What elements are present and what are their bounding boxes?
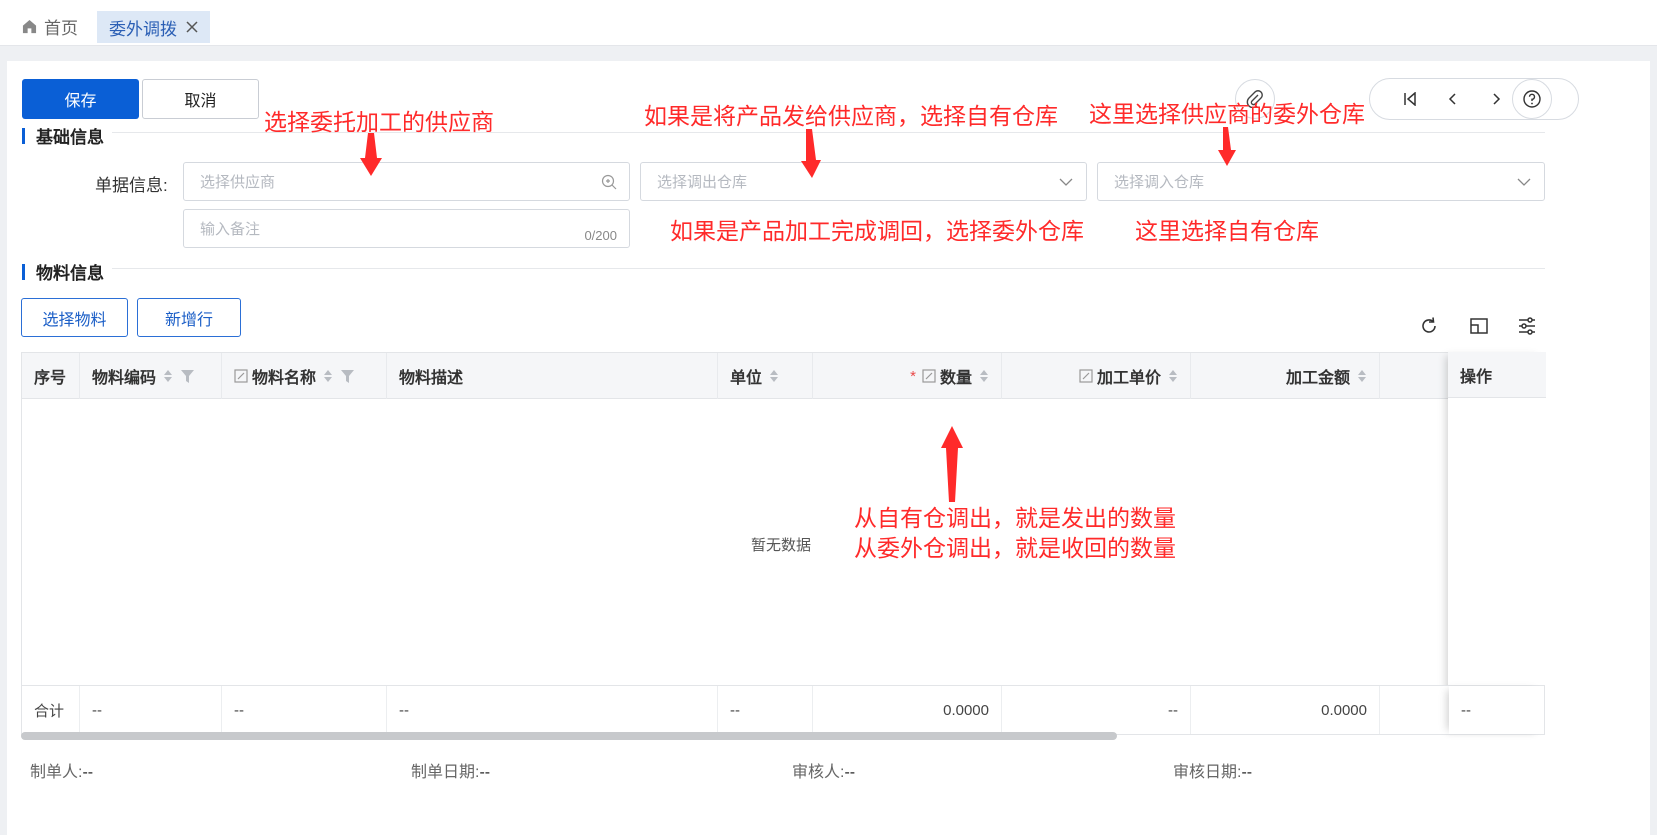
total-name: -- [222, 686, 387, 734]
col-code-label: 物料编码 [92, 370, 157, 387]
next-icon[interactable] [1487, 90, 1505, 108]
review-date-label: 审核日期: [1173, 764, 1242, 781]
save-button[interactable]: 保存 [22, 79, 139, 119]
table-header: 序号 物料编码 物料名称 物料描述 单位 * 数量 加工单价 加工金额 [22, 353, 1544, 399]
sort-icon[interactable] [979, 369, 989, 383]
required-mark: * [910, 367, 916, 385]
sort-icon[interactable] [769, 369, 779, 383]
col-seq: 序号 [22, 353, 80, 399]
create-date-value: -- [479, 764, 491, 781]
remark-counter: 0/200 [584, 228, 617, 243]
edit-icon [922, 369, 936, 383]
help-button[interactable] [1512, 79, 1552, 119]
annotation-out-warehouse-2: 如果是产品加工完成调回，选择委外仓库 [670, 218, 1084, 244]
filter-icon[interactable] [341, 369, 355, 383]
annotation-supplier: 选择委托加工的供应商 [264, 109, 494, 135]
chevron-down-icon [1059, 178, 1073, 186]
creator-label: 制单人: [30, 764, 83, 781]
tab-outsource-transfer[interactable]: 委外调拨 [97, 11, 210, 43]
col-price: 加工单价 [1002, 353, 1191, 399]
select-material-button[interactable]: 选择物料 [21, 298, 128, 337]
total-op: -- [1449, 686, 1544, 734]
tab-bar: 首页 委外调拨 [0, 0, 1657, 46]
annotation-qty-1: 从自有仓调出，就是发出的数量 [854, 505, 1176, 531]
total-amount: 0.0000 [1191, 686, 1380, 734]
material-info-title: 物料信息 [22, 259, 104, 284]
help-icon [1523, 90, 1541, 108]
in-warehouse-select[interactable]: 选择调入仓库 [1097, 162, 1545, 201]
col-unit-label: 单位 [730, 370, 763, 387]
total-label: 合计 [22, 686, 80, 734]
tab-home[interactable]: 首页 [22, 14, 78, 39]
col-op: 操作 [1448, 352, 1546, 398]
doc-info-label: 单据信息: [95, 176, 168, 195]
review-date-info: 审核日期:-- [1173, 758, 1252, 782]
col-name: 物料名称 [222, 353, 387, 399]
sort-icon[interactable] [1357, 369, 1367, 383]
creator-value: -- [82, 764, 94, 781]
edit-icon [234, 369, 248, 383]
home-icon [22, 19, 37, 34]
cancel-button[interactable]: 取消 [142, 79, 259, 119]
add-row-button[interactable]: 新增行 [137, 298, 241, 337]
op-column: 操作 [1448, 352, 1546, 735]
divider [112, 268, 1545, 269]
out-warehouse-select[interactable]: 选择调出仓库 [640, 162, 1087, 201]
create-date-info: 制单日期:-- [411, 758, 490, 782]
total-code: -- [80, 686, 222, 734]
remark-placeholder: 输入备注 [200, 221, 261, 238]
reviewer-value: -- [844, 764, 856, 781]
col-seq-label: 序号 [34, 370, 67, 387]
total-qty: 0.0000 [813, 686, 1002, 734]
col-qty: * 数量 [813, 353, 1002, 399]
chevron-down-icon [1517, 178, 1531, 186]
sort-icon[interactable] [323, 369, 333, 383]
col-price-label: 加工单价 [1096, 370, 1161, 387]
annotation-in-warehouse-1: 这里选择供应商的委外仓库 [1089, 101, 1365, 127]
col-desc: 物料描述 [387, 353, 718, 399]
out-warehouse-placeholder: 选择调出仓库 [657, 174, 748, 191]
search-plus-icon[interactable] [601, 174, 617, 190]
close-icon[interactable] [186, 21, 198, 33]
settings-sliders-icon[interactable] [1516, 315, 1538, 337]
review-date-value: -- [1241, 764, 1253, 781]
creator-info: 制单人:-- [30, 758, 93, 782]
col-name-label: 物料名称 [252, 370, 317, 387]
total-desc: -- [387, 686, 718, 734]
in-warehouse-placeholder: 选择调入仓库 [1114, 174, 1205, 191]
reviewer-info: 审核人:-- [792, 758, 855, 782]
empty-text: 暂无数据 [751, 537, 812, 554]
horizontal-scrollbar[interactable] [21, 732, 1117, 740]
prev-icon[interactable] [1444, 90, 1462, 108]
reviewer-label: 审核人: [792, 764, 845, 781]
annotation-in-warehouse-2: 这里选择自有仓库 [1135, 218, 1319, 244]
col-amount-label: 加工金额 [1285, 370, 1350, 387]
col-desc-label: 物料描述 [399, 370, 464, 387]
tab-active-label: 委外调拨 [109, 19, 177, 39]
col-amount: 加工金额 [1191, 353, 1380, 399]
refresh-icon[interactable] [1418, 315, 1440, 337]
sort-icon[interactable] [1168, 369, 1178, 383]
create-date-label: 制单日期: [411, 764, 480, 781]
col-unit: 单位 [718, 353, 813, 399]
basic-info-title: 基础信息 [22, 123, 104, 148]
total-row: 合计 -- -- -- -- 0.0000 -- 0.0000 -- [21, 685, 1545, 735]
sort-icon[interactable] [163, 369, 173, 383]
edit-icon [1079, 369, 1093, 383]
remark-textarea[interactable]: 输入备注 0/200 [183, 209, 630, 248]
col-op-label: 操作 [1460, 368, 1493, 386]
annotation-out-warehouse-1: 如果是将产品发给供应商，选择自有仓库 [644, 103, 1058, 129]
supplier-select[interactable]: 选择供应商 [183, 162, 630, 201]
column-resize-icon[interactable] [1468, 315, 1490, 337]
first-page-icon[interactable] [1401, 90, 1419, 108]
supplier-placeholder: 选择供应商 [200, 174, 276, 191]
col-qty-label: 数量 [939, 370, 972, 387]
filter-icon[interactable] [181, 369, 195, 383]
tab-home-label: 首页 [44, 19, 78, 38]
total-price: -- [1002, 686, 1191, 734]
annotation-qty-2: 从委外仓调出，就是收回的数量 [854, 535, 1176, 561]
col-code: 物料编码 [80, 353, 222, 399]
total-unit: -- [718, 686, 813, 734]
main-card: 保存 取消 基础信息 单据信息: 选择供应商 选择调出仓库 选择调入仓库 输入备… [7, 61, 1650, 835]
